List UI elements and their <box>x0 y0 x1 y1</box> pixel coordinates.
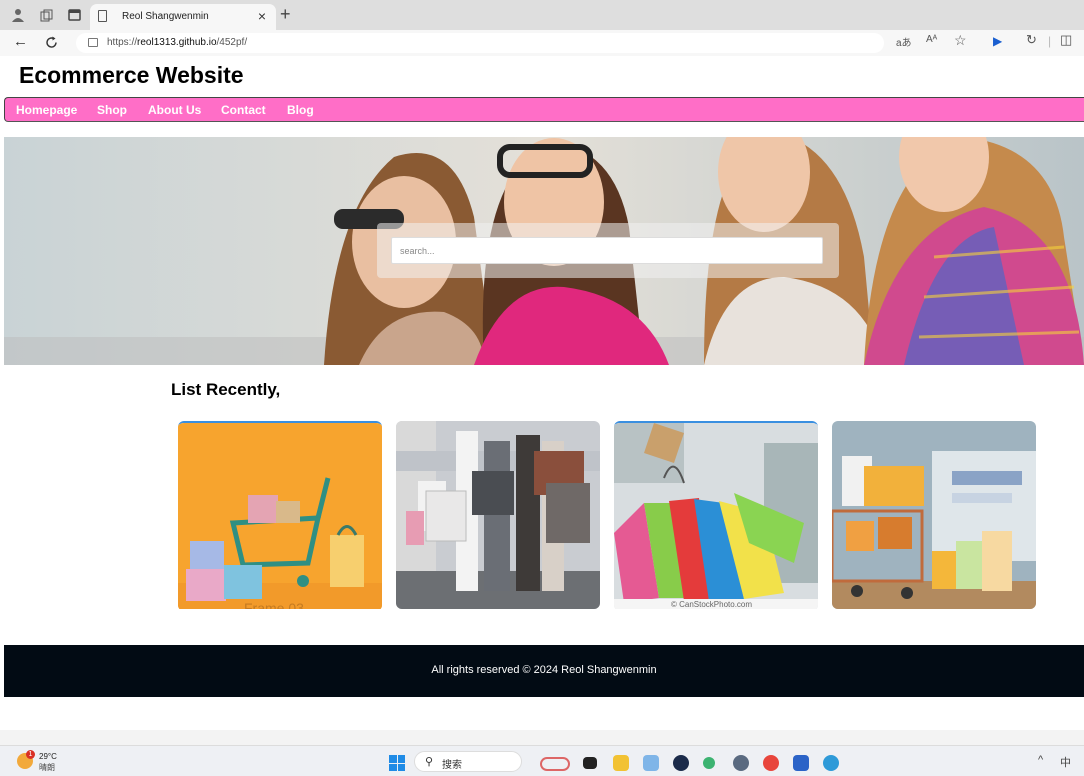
product-card-1[interactable]: Frame 03 <box>178 421 382 611</box>
colorful-shopping-bags-image: © CanStockPhoto.com <box>614 423 818 609</box>
search-input[interactable] <box>391 237 823 264</box>
url-field[interactable]: https://reol1313.github.io/452pf/ <box>76 33 884 53</box>
url-text: https://reol1313.github.io/452pf/ <box>107 37 248 48</box>
product-card-2[interactable] <box>396 421 600 609</box>
lock-icon <box>88 38 98 47</box>
edge-icon[interactable] <box>823 755 839 771</box>
site-title: Ecommerce Website <box>19 62 244 88</box>
cart-with-boxes-image <box>832 421 1036 609</box>
nav-link-shop[interactable]: Shop <box>97 103 127 117</box>
game-app-icon[interactable] <box>733 755 749 771</box>
photos-icon[interactable] <box>643 755 659 771</box>
steam-icon[interactable] <box>673 755 689 771</box>
tab-title: Reol Shangwenmin <box>122 11 209 22</box>
shoppers-with-bags-image <box>396 421 600 609</box>
hero-banner <box>4 137 1084 365</box>
split-screen-icon[interactable]: ◫ <box>1060 32 1072 48</box>
media-play-icon[interactable]: ▶ <box>993 34 1002 48</box>
text-size-icon[interactable]: Aᴬ <box>926 34 937 45</box>
nav-link-contact[interactable]: Contact <box>221 103 266 117</box>
windows-taskbar: 1 29°C 晴朗 ⚲ 搜索 ^ 中 <box>0 745 1084 776</box>
footer-copyright: All rights reserved © 2024 Reol Shangwen… <box>431 664 657 676</box>
wechat-icon[interactable] <box>703 757 715 769</box>
main-navbar: Homepage Shop About Us Contact Blog <box>4 97 1084 122</box>
taskbar-search[interactable]: ⚲ 搜索 <box>414 751 522 772</box>
card-caption: Frame 03 <box>244 600 304 609</box>
weather-description[interactable]: 晴朗 <box>39 762 55 773</box>
site-footer: All rights reserved © 2024 Reol Shangwen… <box>4 645 1084 697</box>
section-title: List Recently, <box>171 380 281 399</box>
tab-actions-icon[interactable] <box>66 7 82 23</box>
chrome-icon[interactable] <box>763 755 779 771</box>
back-button[interactable]: ← <box>13 33 28 50</box>
product-card-4[interactable] <box>832 421 1036 609</box>
address-bar-row: ← https://reol1313.github.io/452pf/ aあ A… <box>0 30 1084 56</box>
weather-temperature[interactable]: 29°C <box>39 752 57 761</box>
search-container <box>377 223 839 278</box>
word-icon[interactable] <box>793 755 809 771</box>
task-view-icon[interactable] <box>583 757 597 769</box>
new-tab-button[interactable]: + <box>280 4 291 25</box>
read-aloud-icon[interactable]: aあ <box>896 34 912 49</box>
weather-badge: 1 <box>26 750 35 759</box>
web-page: Ecommerce Website Homepage Shop About Us… <box>0 56 1084 730</box>
shopping-cart-gifts-image: Frame 03 <box>178 423 382 609</box>
taskbar-search-label: 搜索 <box>442 760 462 771</box>
browser-tab-bar: Reol Shangwenmin × + <box>0 0 1084 30</box>
nav-link-homepage[interactable]: Homepage <box>16 103 77 117</box>
start-windows-icon[interactable] <box>389 755 405 771</box>
product-card-3[interactable]: © CanStockPhoto.com <box>614 421 818 611</box>
favorite-star-icon[interactable]: ☆ <box>954 32 967 49</box>
card-caption: © CanStockPhoto.com <box>671 600 752 609</box>
active-tab[interactable]: Reol Shangwenmin × <box>90 4 276 30</box>
ime-indicator[interactable]: 中 <box>1060 754 1071 770</box>
workspaces-icon[interactable] <box>38 7 54 23</box>
bike-app-icon[interactable] <box>540 757 570 771</box>
reload-button[interactable] <box>45 33 58 53</box>
tab-close-button[interactable]: × <box>258 8 266 24</box>
search-icon: ⚲ <box>425 756 434 768</box>
page-icon <box>98 10 107 22</box>
file-explorer-icon[interactable] <box>613 755 629 771</box>
divider: | <box>1048 34 1052 48</box>
profile-icon[interactable] <box>10 7 26 23</box>
extensions-icon[interactable]: ↻ <box>1026 32 1037 48</box>
nav-link-blog[interactable]: Blog <box>287 103 314 117</box>
nav-link-about-us[interactable]: About Us <box>148 103 201 117</box>
tray-chevron-icon[interactable]: ^ <box>1038 754 1043 766</box>
